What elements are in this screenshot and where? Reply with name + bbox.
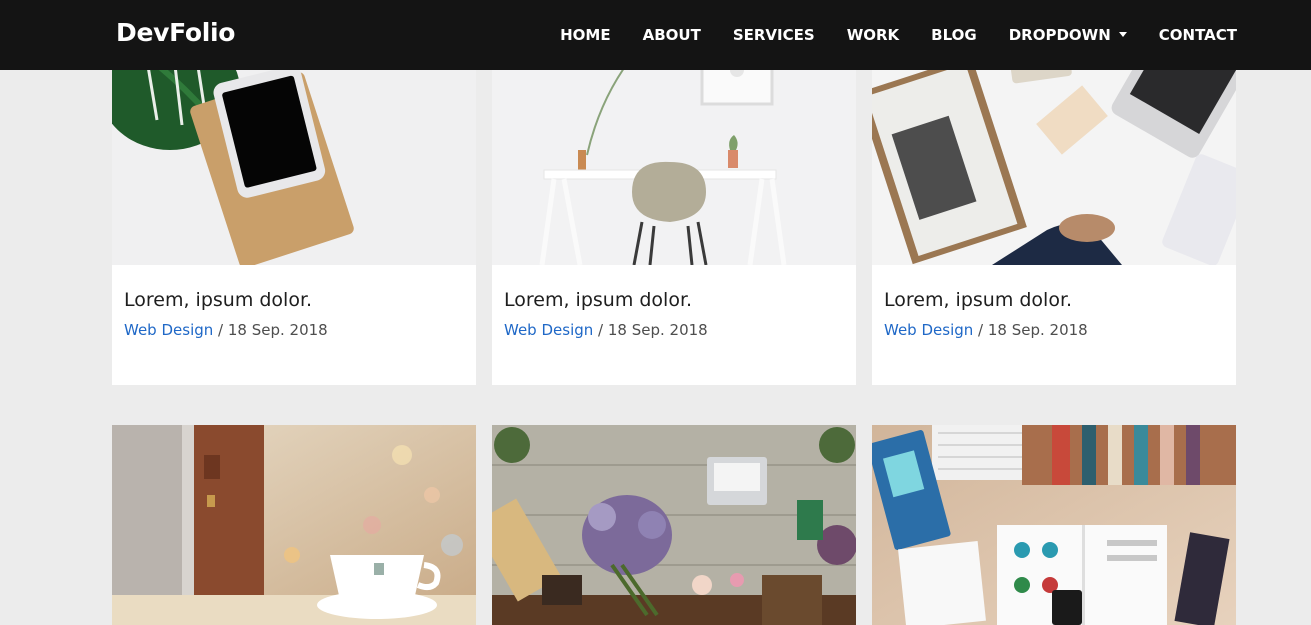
navbar: DevFolio HOME ABOUT SERVICES WORK BLOG D… bbox=[0, 0, 1311, 70]
category-link[interactable]: Web Design bbox=[124, 321, 213, 339]
card-title: Lorem, ipsum dolor. bbox=[884, 289, 1073, 311]
portfolio-card[interactable] bbox=[112, 425, 476, 625]
meta-separator: / bbox=[218, 321, 228, 339]
nav-dropdown-label: DROPDOWN bbox=[1008, 25, 1111, 44]
nav-dropdown[interactable]: DROPDOWN bbox=[1009, 26, 1127, 44]
card-title: Lorem, ipsum dolor. bbox=[504, 289, 693, 311]
card-title: Lorem, ipsum dolor. bbox=[124, 289, 313, 311]
card-body: Lorem, ipsum dolor. Web Design / 18 Sep.… bbox=[112, 265, 476, 385]
nav-services[interactable]: SERVICES bbox=[733, 26, 815, 44]
card-body: Lorem, ipsum dolor. Web Design / 18 Sep.… bbox=[492, 265, 856, 385]
meta-separator: / bbox=[598, 321, 608, 339]
nav-blog[interactable]: BLOG bbox=[931, 26, 977, 44]
meta-separator: / bbox=[978, 321, 988, 339]
nav-contact[interactable]: CONTACT bbox=[1159, 26, 1237, 44]
card-meta: Web Design / 18 Sep. 2018 bbox=[124, 321, 464, 339]
card-meta: Web Design / 18 Sep. 2018 bbox=[884, 321, 1224, 339]
category-link[interactable]: Web Design bbox=[504, 321, 593, 339]
portfolio-card[interactable] bbox=[872, 425, 1236, 625]
caret-down-icon bbox=[1118, 32, 1127, 37]
nav-home[interactable]: HOME bbox=[560, 26, 610, 44]
card-date: 18 Sep. 2018 bbox=[227, 321, 328, 339]
category-link[interactable]: Web Design bbox=[884, 321, 973, 339]
card-body: Lorem, ipsum dolor. Web Design / 18 Sep.… bbox=[872, 265, 1236, 385]
nav-work[interactable]: WORK bbox=[847, 26, 899, 44]
portfolio-image-flowers-table[interactable] bbox=[492, 425, 856, 625]
nav-about[interactable]: ABOUT bbox=[643, 26, 701, 44]
card-date: 18 Sep. 2018 bbox=[607, 321, 708, 339]
portfolio-image-coffee-bag[interactable] bbox=[112, 425, 476, 625]
nav-menu: HOME ABOUT SERVICES WORK BLOG DROPDOWN C… bbox=[528, 0, 1237, 70]
portfolio-image-design-books[interactable] bbox=[872, 425, 1236, 625]
card-meta: Web Design / 18 Sep. 2018 bbox=[504, 321, 844, 339]
portfolio-card[interactable] bbox=[492, 425, 856, 625]
brand-logo[interactable]: DevFolio bbox=[116, 18, 235, 47]
card-date: 18 Sep. 2018 bbox=[987, 321, 1088, 339]
